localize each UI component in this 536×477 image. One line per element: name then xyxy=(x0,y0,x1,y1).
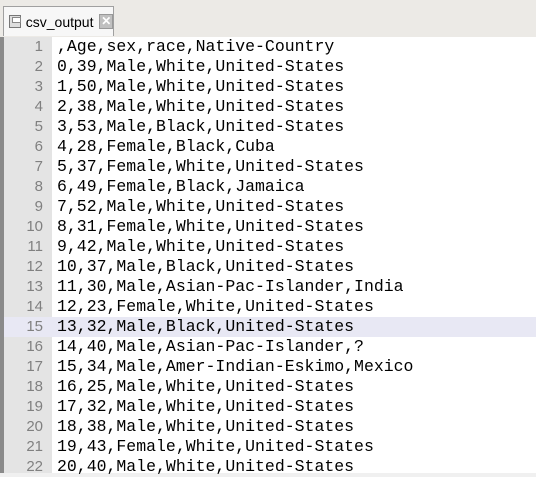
text-editor[interactable]: 1 ,Age,sex,race,Native-Country 2 0,39,Male,… xyxy=(0,37,536,476)
save-file-icon xyxy=(9,15,21,28)
line-text: 14,40,Male,Asian-Pac-Islander,? xyxy=(57,337,364,356)
line-number: 8 xyxy=(34,178,43,195)
line-number: 15 xyxy=(26,318,43,335)
line-text: 8,31,Female,White,United-States xyxy=(57,217,364,236)
editor-line[interactable]: 5 3,53,Male,Black,United-States xyxy=(4,117,536,137)
tab-csv-output[interactable]: csv_output ✕ xyxy=(3,6,114,36)
close-tab-icon[interactable]: ✕ xyxy=(99,14,113,29)
line-text: 10,37,Male,Black,United-States xyxy=(57,257,355,276)
editor-line[interactable]: 21 19,43,Female,White,United-States xyxy=(4,437,536,457)
editor-line[interactable]: 13 11,30,Male,Asian-Pac-Islander,India xyxy=(4,277,536,297)
line-text: 17,32,Male,White,United-States xyxy=(57,397,355,416)
editor-line[interactable]: 20 18,38,Male,White,United-States xyxy=(4,417,536,437)
line-text: 2,38,Male,White,United-States xyxy=(57,97,345,116)
tab-label: csv_output xyxy=(25,13,94,30)
line-number: 2 xyxy=(34,58,43,75)
line-number: 7 xyxy=(34,158,43,175)
line-text: 0,39,Male,White,United-States xyxy=(57,57,345,76)
line-number: 19 xyxy=(26,398,43,415)
line-number: 3 xyxy=(34,78,43,95)
line-number: 22 xyxy=(26,458,43,475)
line-text: 1,50,Male,White,United-States xyxy=(57,77,345,96)
line-number: 12 xyxy=(26,258,43,275)
editor-line[interactable]: 7 5,37,Female,White,United-States xyxy=(4,157,536,177)
line-number: 6 xyxy=(34,138,43,155)
line-number: 1 xyxy=(34,38,43,55)
editor-line[interactable]: 19 17,32,Male,White,United-States xyxy=(4,397,536,417)
line-text: 15,34,Male,Amer-Indian-Eskimo,Mexico xyxy=(57,357,414,376)
line-number: 13 xyxy=(26,278,43,295)
editor-line[interactable]: 3 1,50,Male,White,United-States xyxy=(4,77,536,97)
tab-bar: csv_output ✕ xyxy=(0,0,536,37)
line-text: 5,37,Female,White,United-States xyxy=(57,157,364,176)
line-number: 18 xyxy=(26,378,43,395)
editor-line[interactable]: 6 4,28,Female,Black,Cuba xyxy=(4,137,536,157)
line-number: 17 xyxy=(26,358,43,375)
line-text: 3,53,Male,Black,United-States xyxy=(57,117,345,136)
line-number: 14 xyxy=(26,298,43,315)
line-number: 16 xyxy=(26,338,43,355)
line-number: 21 xyxy=(26,438,43,455)
editor-line[interactable]: 18 16,25,Male,White,United-States xyxy=(4,377,536,397)
line-text: 4,28,Female,Black,Cuba xyxy=(57,137,275,156)
line-text: 11,30,Male,Asian-Pac-Islander,India xyxy=(57,277,404,296)
line-text: 13,32,Male,Black,United-States xyxy=(57,317,355,336)
line-text: 19,43,Female,White,United-States xyxy=(57,437,374,456)
editor-line[interactable]: 12 10,37,Male,Black,United-States xyxy=(4,257,536,277)
editor-line[interactable]: 16 14,40,Male,Asian-Pac-Islander,? xyxy=(4,337,536,357)
editor-line[interactable]: 14 12,23,Female,White,United-States xyxy=(4,297,536,317)
editor-line[interactable]: 22 20,40,Male,White,United-States xyxy=(4,457,536,477)
editor-line[interactable]: 15 13,32,Male,Black,United-States xyxy=(4,317,536,337)
line-text: 7,52,Male,White,United-States xyxy=(57,197,345,216)
editor-line[interactable]: 1 ,Age,sex,race,Native-Country xyxy=(4,37,536,57)
editor-line[interactable]: 2 0,39,Male,White,United-States xyxy=(4,57,536,77)
line-text: 6,49,Female,Black,Jamaica xyxy=(57,177,305,196)
editor-line[interactable]: 4 2,38,Male,White,United-States xyxy=(4,97,536,117)
editor-line[interactable]: 11 9,42,Male,White,United-States xyxy=(4,237,536,257)
line-text: 18,38,Male,White,United-States xyxy=(57,417,355,436)
line-number: 5 xyxy=(34,118,43,135)
line-text: ,Age,sex,race,Native-Country xyxy=(57,37,335,56)
editor-line[interactable]: 10 8,31,Female,White,United-States xyxy=(4,217,536,237)
line-number: 11 xyxy=(27,238,43,255)
line-number: 10 xyxy=(26,218,43,235)
editor-line[interactable]: 17 15,34,Male,Amer-Indian-Eskimo,Mexico xyxy=(4,357,536,377)
line-text: 16,25,Male,White,United-States xyxy=(57,377,355,396)
line-number: 4 xyxy=(34,98,43,115)
line-number: 9 xyxy=(34,198,43,215)
line-text: 20,40,Male,White,United-States xyxy=(57,457,355,476)
line-number: 20 xyxy=(26,418,43,435)
editor-line[interactable]: 8 6,49,Female,Black,Jamaica xyxy=(4,177,536,197)
line-text: 12,23,Female,White,United-States xyxy=(57,297,374,316)
line-text: 9,42,Male,White,United-States xyxy=(57,237,345,256)
editor-line[interactable]: 9 7,52,Male,White,United-States xyxy=(4,197,536,217)
